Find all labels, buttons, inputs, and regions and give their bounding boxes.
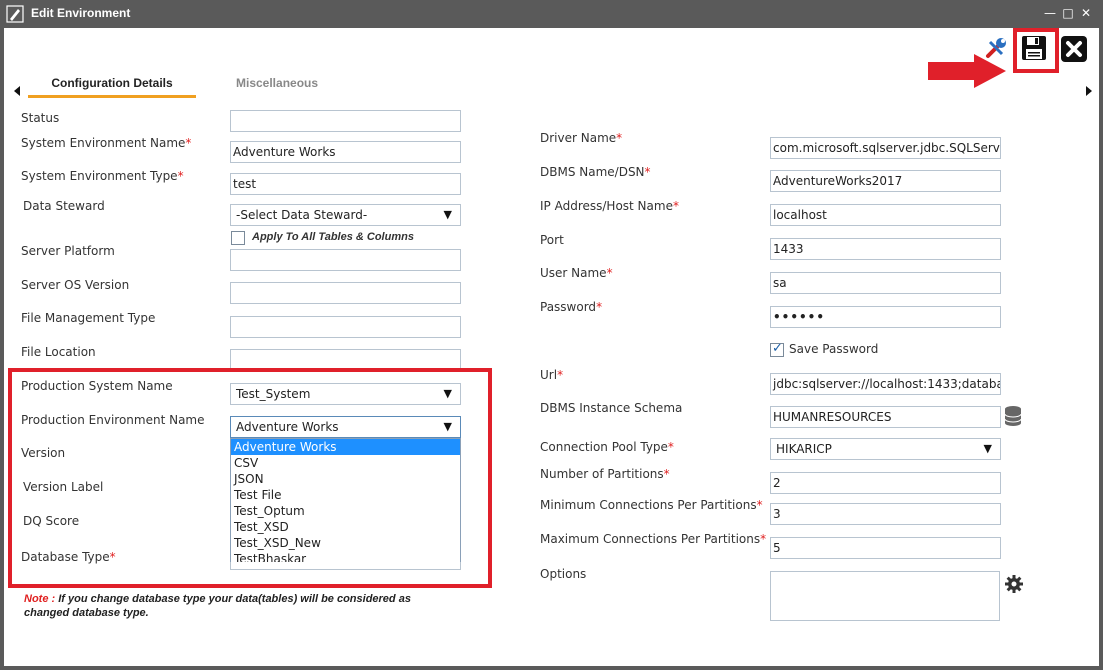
list-item[interactable]: CSV — [231, 455, 460, 471]
gear-icon[interactable] — [1004, 574, 1024, 594]
list-item[interactable]: JSON — [231, 471, 460, 487]
database-type-select[interactable] — [230, 562, 461, 570]
dropdown-arrow-icon: ▼ — [443, 208, 452, 221]
server-platform-field[interactable] — [230, 249, 461, 271]
url-field[interactable]: jdbc:sqlserver://localhost:1433;database… — [770, 373, 1001, 395]
red-arrow-icon — [928, 54, 1006, 88]
url-label: Url* — [540, 368, 564, 382]
production-environment-name-select[interactable]: Adventure Works ▼ — [230, 416, 461, 438]
apply-all-label: Apply To All Tables & Columns — [252, 231, 414, 243]
options-label: Options — [540, 567, 587, 581]
list-item[interactable]: Test File — [231, 487, 460, 503]
dropdown-arrow-icon: ▼ — [983, 442, 992, 455]
tab-scroll-right-icon[interactable] — [1084, 84, 1094, 98]
list-item[interactable]: Adventure Works — [231, 439, 460, 455]
window-close-icon[interactable]: ✕ — [1079, 6, 1093, 20]
dbms-name-field[interactable]: AdventureWorks2017 — [770, 170, 1001, 192]
dbms-name-label: DBMS Name/DSN* — [540, 165, 651, 179]
production-environment-name-label: Production Environment Name — [21, 413, 205, 427]
production-system-name-label: Production System Name — [21, 379, 173, 393]
minimize-icon[interactable]: — — [1043, 6, 1057, 20]
max-connections-field[interactable]: 5 — [770, 537, 1001, 559]
apply-all-checkbox[interactable] — [231, 231, 245, 245]
driver-name-field[interactable]: com.microsoft.sqlserver.jdbc.SQLServerDr… — [770, 137, 1001, 159]
driver-name-label: Driver Name* — [540, 131, 623, 145]
save-password-checkbox[interactable] — [770, 341, 784, 357]
dropdown-arrow-icon: ▼ — [443, 420, 452, 433]
tab-configuration-details[interactable]: Configuration Details — [28, 76, 196, 98]
list-item[interactable]: Test_XSD_New — [231, 535, 460, 551]
data-steward-value: -Select Data Steward- — [236, 208, 368, 222]
password-label: Password* — [540, 300, 603, 314]
password-field[interactable]: •••••• — [770, 306, 1001, 328]
number-of-partitions-field[interactable]: 2 — [770, 472, 1001, 494]
data-steward-select[interactable]: -Select Data Steward- ▼ — [230, 204, 461, 226]
database-icon[interactable] — [1004, 405, 1022, 427]
production-environment-dropdown-list: Adventure Works CSV JSON Test File Test_… — [230, 438, 461, 568]
save-password-label: Save Password — [789, 342, 879, 356]
tab-miscellaneous[interactable]: Miscellaneous — [236, 76, 318, 98]
database-type-label: Database Type* — [21, 550, 116, 564]
server-os-version-label: Server OS Version — [21, 278, 130, 292]
ip-address-field[interactable]: localhost — [770, 204, 1001, 226]
maximize-icon[interactable]: □ — [1061, 6, 1075, 20]
connection-pool-type-select[interactable]: HIKARICP ▼ — [770, 438, 1001, 460]
production-system-name-value: Test_System — [236, 387, 311, 401]
system-environment-type-field[interactable]: test — [230, 173, 461, 195]
pencil-icon — [6, 5, 24, 23]
dropdown-arrow-icon: ▼ — [443, 387, 452, 400]
list-item[interactable]: Test_Optum — [231, 503, 460, 519]
list-item[interactable]: Test_XSD — [231, 519, 460, 535]
server-platform-label: Server Platform — [21, 244, 115, 258]
connection-pool-type-value: HIKARICP — [776, 442, 832, 456]
file-management-type-label: File Management Type — [21, 311, 156, 325]
system-environment-type-label: System Environment Type* — [21, 169, 184, 183]
number-of-partitions-label: Number of Partitions* — [540, 467, 670, 481]
user-name-field[interactable]: sa — [770, 272, 1001, 294]
options-textarea[interactable] — [770, 571, 1000, 621]
version-label: Version — [21, 446, 66, 460]
version-label-label: Version Label — [23, 480, 104, 494]
dq-score-label: DQ Score — [23, 514, 80, 528]
title-bar: Edit Environment — □ ✕ — [0, 0, 1103, 28]
production-system-name-select[interactable]: Test_System ▼ — [230, 383, 461, 405]
tab-scroll-left-icon[interactable] — [12, 84, 22, 98]
save-icon[interactable] — [1020, 34, 1048, 62]
window-title: Edit Environment — [31, 6, 131, 20]
edit-environment-window: Edit Environment — □ ✕ Configuration Det… — [0, 0, 1103, 670]
port-field[interactable]: 1433 — [770, 238, 1001, 260]
dbms-instance-schema-field[interactable]: HUMANRESOURCES — [770, 406, 1001, 428]
close-icon[interactable] — [1060, 35, 1088, 63]
database-type-note: Note : If you change database type your … — [24, 592, 454, 620]
file-management-type-field[interactable] — [230, 316, 461, 338]
ip-address-label: IP Address/Host Name* — [540, 199, 679, 213]
min-connections-label: Minimum Connections Per Partitions* — [540, 498, 763, 512]
server-os-version-field[interactable] — [230, 282, 461, 304]
file-location-field[interactable] — [230, 349, 461, 369]
production-environment-name-value: Adventure Works — [236, 420, 339, 434]
dbms-instance-schema-label: DBMS Instance Schema — [540, 401, 683, 415]
max-connections-label: Maximum Connections Per Partitions* — [540, 532, 767, 546]
user-name-label: User Name* — [540, 266, 613, 280]
system-environment-name-label: System Environment Name* — [21, 136, 192, 150]
data-steward-label: Data Steward — [23, 199, 105, 213]
min-connections-field[interactable]: 3 — [770, 503, 1001, 525]
note-text: If you change database type your data(ta… — [24, 593, 411, 619]
note-key: Note : — [24, 593, 56, 605]
file-location-label: File Location — [21, 345, 96, 359]
connection-pool-type-label: Connection Pool Type* — [540, 440, 674, 454]
port-label: Port — [540, 233, 564, 247]
system-environment-name-field[interactable]: Adventure Works — [230, 141, 461, 163]
status-field[interactable] — [230, 110, 461, 132]
status-label: Status — [21, 111, 60, 125]
